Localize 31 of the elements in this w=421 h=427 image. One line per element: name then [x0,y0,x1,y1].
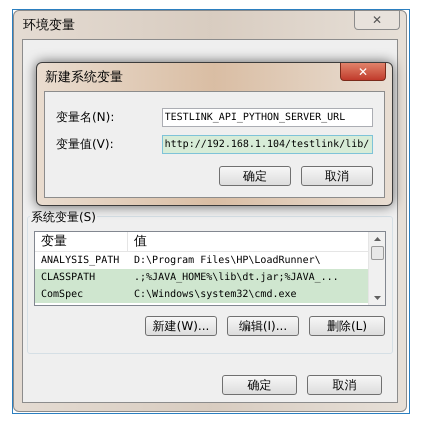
input-field[interactable]: http://192.168.1.104/testlink/lib/ [162,134,373,154]
dialog-button[interactable]: 确定 [222,375,297,395]
list-row[interactable]: CLASSPATH .;%JAVA_HOME%\lib\dt.jar;%JAVA_... [35,269,368,286]
group-title: 系统变量(S) [30,208,97,226]
field-label: 变量名(N): [56,109,116,126]
column-header[interactable]: 值 [128,232,368,251]
table-cell-text: D:\Program Files\HP\LoadRunner\ [133,254,322,268]
list-row[interactable]: ComSpec C:\Windows\system32\cmd.exe [35,286,368,303]
dialog-button[interactable]: 新建(W)... [145,316,217,336]
scroll-down-icon[interactable] [374,296,380,300]
dialog-button[interactable]: 删除(L) [309,316,385,336]
table-cell-text: CLASSPATH [40,271,96,285]
close-button[interactable]: ✕ [354,11,400,30]
table-cell-text: ComSpec [40,288,84,302]
dialog-button[interactable]: 取消 [307,375,382,395]
table-cell-text: C:\Windows\system32\cmd.exe [133,288,298,302]
close-button[interactable]: ✕ [340,63,386,81]
column-header[interactable]: 变量 [35,232,128,251]
input-field[interactable]: TESTLINK_API_PYTHON_SERVER_URL [162,108,373,126]
dialog-button[interactable]: 取消 [301,166,373,186]
dialog-title: 新建系统变量 [45,69,123,87]
table-cell-text: ANALYSIS_PATH [40,254,120,268]
table-cell-text: .;%JAVA_HOME%\lib\dt.jar;%JAVA_... [133,271,340,285]
scrollbar[interactable] [368,232,385,305]
list-view[interactable]: 变量 值 ANALYSIS_PATH D:\Program Files\HP\LoadRunner\ CLASSPATH .;%JAVA_HOME%\lib\dt.jar;%JAVA_... ComSpec C:\Windows\system32\cmd.exe [34,231,386,306]
scroll-up-icon[interactable] [374,237,380,241]
window-title: 环境变量 [23,17,75,35]
scroll-thumb[interactable] [370,246,384,260]
dialog-button[interactable]: 确定 [219,166,291,186]
field-label: 变量值(V): [56,136,115,153]
dialog-button[interactable]: 编辑(I)... [227,316,299,336]
